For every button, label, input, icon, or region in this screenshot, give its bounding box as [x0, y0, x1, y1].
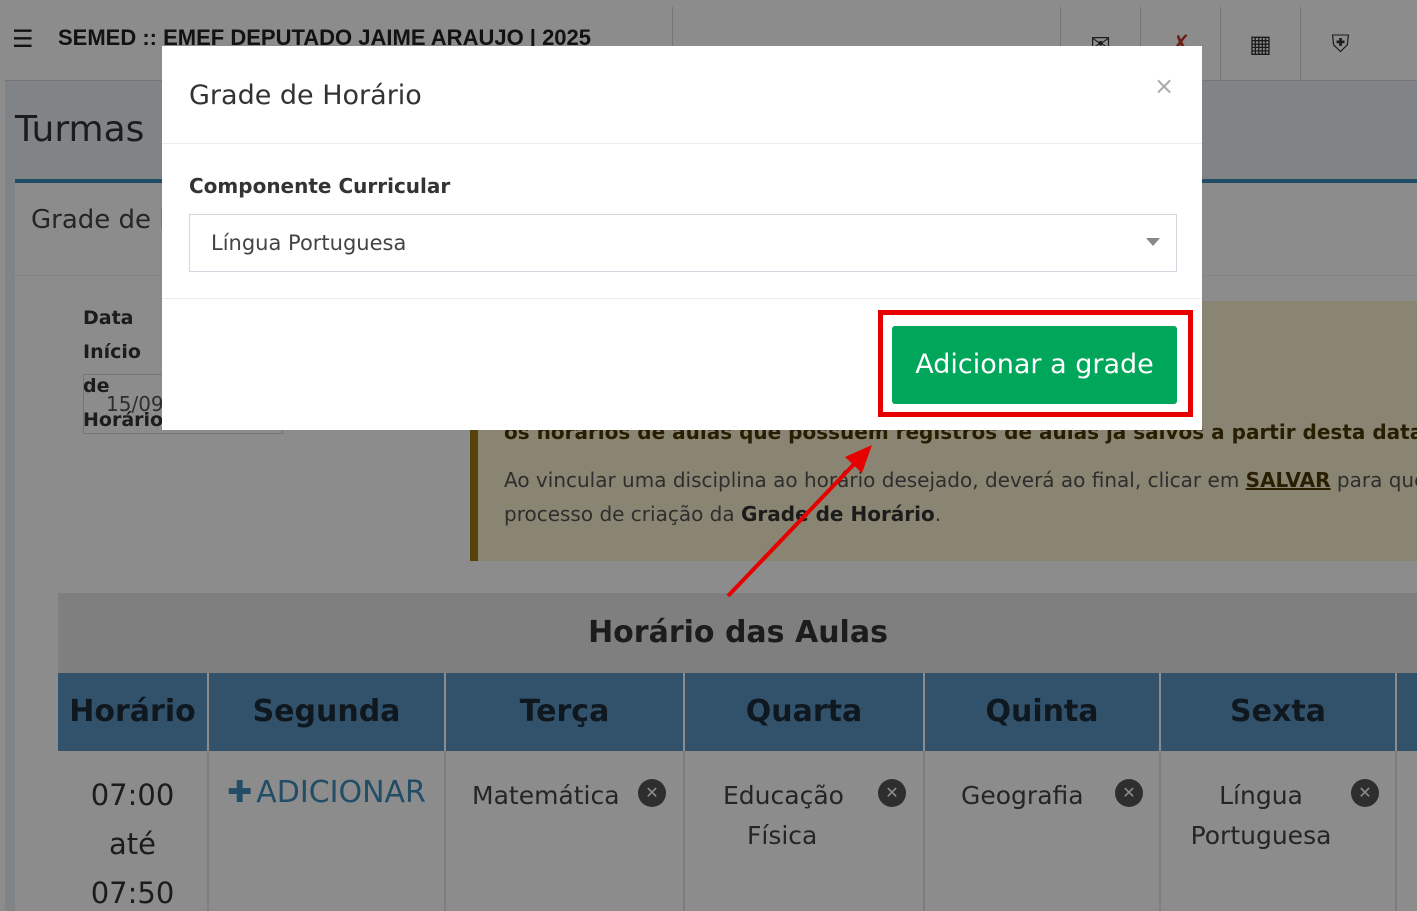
component-field-label: Componente Curricular	[189, 174, 451, 198]
select-value: Língua Portuguesa	[211, 231, 407, 255]
chevron-down-icon	[1146, 238, 1160, 246]
highlight-box	[878, 310, 1193, 417]
modal-title: Grade de Horário	[189, 80, 422, 111]
modal-header: Grade de Horário ×	[162, 46, 1202, 144]
component-select[interactable]: Língua Portuguesa	[189, 214, 1177, 272]
divider	[162, 298, 1202, 299]
close-icon[interactable]: ×	[1154, 72, 1174, 100]
